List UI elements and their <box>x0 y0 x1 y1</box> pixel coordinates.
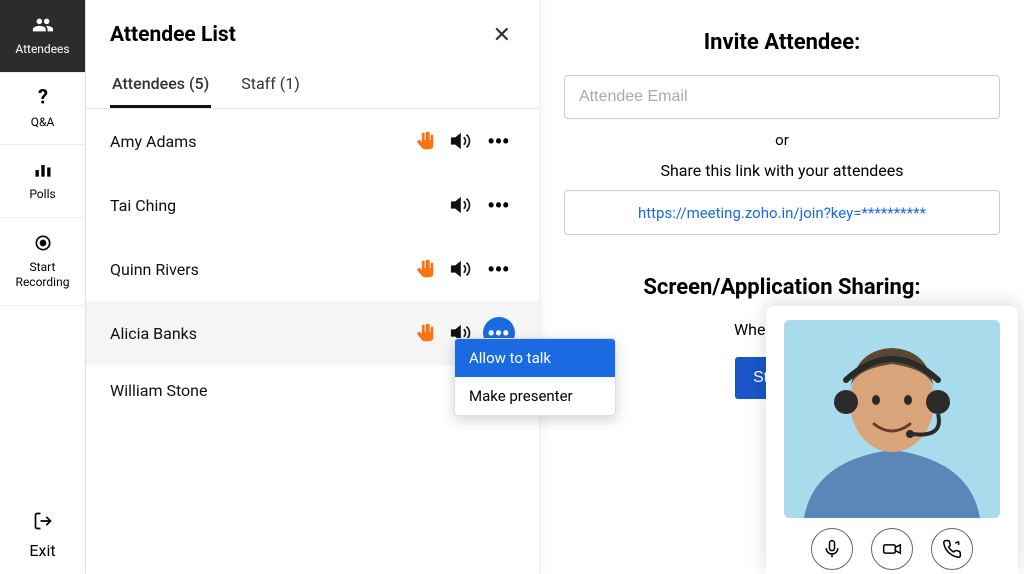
sidebar-label: Q&A <box>31 115 55 131</box>
exit-icon <box>33 511 53 535</box>
more-button[interactable]: ••• <box>483 253 515 285</box>
sidebar-item-qa[interactable]: ? Q&A <box>0 73 85 146</box>
call-button[interactable] <box>931 528 973 570</box>
attendee-name: Alicia Banks <box>110 324 403 343</box>
sidebar-label: Exit <box>29 541 55 560</box>
sidebar-label: Polls <box>29 187 55 203</box>
meeting-link-box: https://meeting.zoho.in/join?key=*******… <box>564 190 1000 235</box>
sidebar-label: Attendees <box>15 42 69 58</box>
attendee-panel: Attendee List ✕ Attendees (5) Staff (1) … <box>86 0 540 574</box>
mic-button[interactable] <box>811 528 853 570</box>
panel-title: Attendee List <box>110 23 236 47</box>
speaker-icon[interactable] <box>449 130 471 152</box>
speaker-icon[interactable] <box>449 194 471 216</box>
record-icon <box>32 232 54 254</box>
video-thumbnail <box>784 320 1000 518</box>
camera-button[interactable] <box>871 528 913 570</box>
close-icon: ✕ <box>493 22 511 47</box>
raised-hand-icon <box>415 130 437 152</box>
attendee-row: Quinn Rivers ••• <box>86 237 539 301</box>
sidebar-item-polls[interactable]: Polls <box>0 145 85 218</box>
speaker-icon[interactable] <box>449 258 471 280</box>
meeting-link[interactable]: https://meeting.zoho.in/join?key=*******… <box>638 204 926 222</box>
more-button[interactable]: ••• <box>483 125 515 157</box>
attendee-row: Tai Ching ••• <box>86 173 539 237</box>
panel-tabs: Attendees (5) Staff (1) <box>86 62 539 109</box>
mic-icon <box>822 539 842 559</box>
presenter-avatar <box>784 320 1000 518</box>
svg-text:?: ? <box>37 87 47 109</box>
attendee-name: Tai Ching <box>110 196 403 215</box>
attendee-name: Amy Adams <box>110 132 403 151</box>
raised-hand-icon <box>415 322 437 344</box>
dots-icon: ••• <box>488 196 510 214</box>
raised-hand-icon <box>415 258 437 280</box>
attendee-name: Quinn Rivers <box>110 260 403 279</box>
sidebar-label: Start Recording <box>16 260 70 291</box>
video-controls <box>766 528 1018 574</box>
attendee-row: Amy Adams ••• <box>86 109 539 173</box>
left-sidebar: Attendees ? Q&A Polls Start Recording Ex… <box>0 0 86 574</box>
panel-header: Attendee List ✕ <box>86 0 539 62</box>
close-button[interactable]: ✕ <box>489 18 515 52</box>
dots-icon: ••• <box>488 132 510 150</box>
invite-heading: Invite Attendee: <box>564 30 1000 55</box>
attendees-icon <box>32 14 54 36</box>
share-link-label: Share this link with your attendees <box>564 161 1000 180</box>
sharing-heading: Screen/Application Sharing: <box>564 275 1000 300</box>
sidebar-item-attendees[interactable]: Attendees <box>0 0 85 73</box>
more-button[interactable]: ••• <box>483 189 515 221</box>
polls-icon <box>32 159 54 181</box>
sidebar-item-record[interactable]: Start Recording <box>0 218 85 306</box>
phone-icon <box>942 539 962 559</box>
tab-staff[interactable]: Staff (1) <box>239 62 302 108</box>
self-video-card <box>766 306 1018 574</box>
tab-attendees[interactable]: Attendees (5) <box>110 62 211 108</box>
or-divider: or <box>564 131 1000 149</box>
dots-icon: ••• <box>488 260 510 278</box>
question-icon: ? <box>32 87 54 109</box>
attendee-email-input[interactable] <box>564 75 1000 119</box>
sidebar-item-exit[interactable]: Exit <box>0 497 85 574</box>
camera-icon <box>882 539 902 559</box>
